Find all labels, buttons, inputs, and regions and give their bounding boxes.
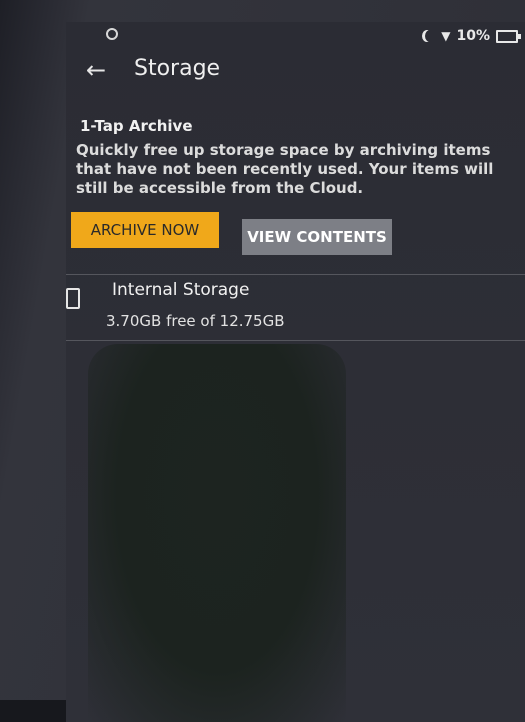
battery-icon	[496, 29, 521, 43]
screen: ▼ 10% ← Storage 1-Tap Archive Quickly fr…	[66, 22, 525, 722]
toolbar: ← Storage	[66, 52, 525, 96]
storage-detail: 3.70GB free of 12.75GB	[106, 312, 285, 330]
divider	[66, 274, 525, 275]
moon-icon	[425, 30, 435, 42]
shadow-overlay	[88, 344, 346, 722]
archive-description: Quickly free up storage space by archivi…	[76, 141, 494, 197]
status-bar: ▼ 10%	[66, 22, 525, 52]
notification-dot-icon	[106, 28, 118, 40]
status-indicators: ▼ 10%	[425, 28, 521, 44]
arrow-left-icon[interactable]: ←	[86, 56, 106, 84]
battery-percent: 10%	[456, 28, 490, 44]
archive-now-button[interactable]: ARCHIVE NOW	[71, 212, 219, 248]
divider	[66, 340, 525, 341]
storage-title: Internal Storage	[112, 280, 250, 300]
wifi-icon: ▼	[441, 29, 451, 43]
archive-title: 1-Tap Archive	[80, 117, 193, 135]
view-contents-button[interactable]: VIEW CONTENTS	[242, 219, 392, 255]
internal-storage-row[interactable]: Internal Storage 3.70GB free of 12.75GB	[66, 276, 525, 338]
device-icon	[66, 288, 80, 309]
page-title: Storage	[134, 56, 221, 81]
